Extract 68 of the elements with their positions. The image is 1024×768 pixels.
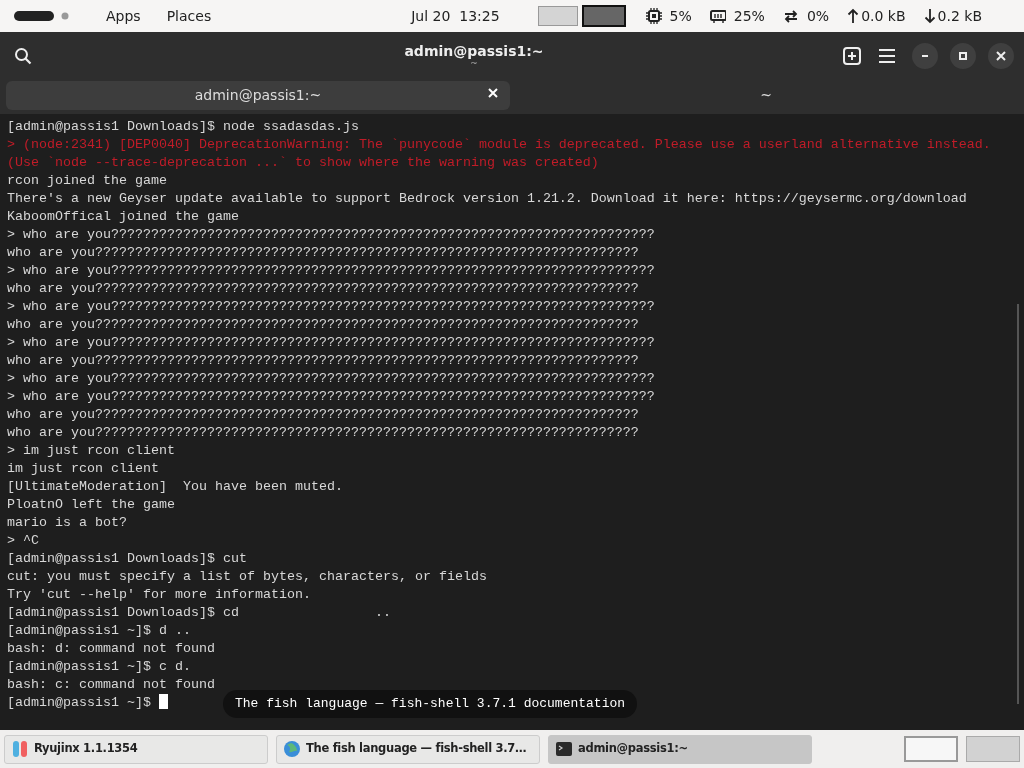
text-cursor [158,694,168,709]
terminal-line: [admin@passis1 Downloads]$ cd .. [7,605,391,620]
window-title: admin@passis1:~ [403,43,545,60]
terminal-line: Try 'cut --help' for more information. [7,587,311,602]
search-icon[interactable] [14,47,32,65]
terminal-line: PloatnO left the game [7,497,175,512]
indicator-value[interactable]: 0.0 kB [861,5,906,27]
terminal-line: im just rcon client [7,461,159,476]
clock[interactable]: Jul 20 13:25 [411,5,500,27]
indicator-value[interactable]: 25% [733,5,765,27]
terminal-line: > who are you???????????????????????????????????????????????????????????????????? [7,227,655,242]
terminal-line: > who are you???????????????????????????????????????????????????????????????????? [7,335,655,350]
terminal-icon [555,740,573,758]
memory-icon[interactable] [709,8,726,24]
taskbar-window-button[interactable]: admin@passis1:~ [548,734,812,764]
workspace-thumbnail[interactable] [537,6,578,26]
terminal-tab[interactable]: admin@passis1:~ [6,81,510,110]
terminal-line: There's a new Geyser update available to support Bedrock version 1.21.2. Download it here: https://geysermc.org/download [7,191,967,206]
terminal-tab[interactable]: ~ [514,81,1018,110]
menu-item[interactable]: Apps [106,5,141,27]
terminal-line: cut: you must specify a list of bytes, characters, or fields [7,569,487,584]
terminal-line: who are you???????????????????????????????????????????????????????????????????? [7,353,639,368]
terminal-line: rcon joined the game [7,173,167,188]
new-tab-icon[interactable] [842,46,862,66]
terminal-line: who are you???????????????????????????????????????????????????????????????????? [7,425,639,440]
activities-icon[interactable] [14,11,70,21]
terminal-line: > who are you???????????????????????????????????????????????????????????????????? [7,263,655,278]
terminal-line: KaboomOffical joined the game [7,209,239,224]
down-arrow-icon[interactable] [923,8,936,24]
window-subtitle: ~ [470,59,478,69]
tooltip: The fish language — fish-shell 3.7.1 documentation [223,690,638,718]
terminal-line: bash: d: command not found [7,641,215,656]
terminal-line: > who are you???????????????????????????????????????????????????????????????????? [7,389,655,404]
terminal-line: mario is a bot? [7,515,127,530]
terminal-line: [admin@passis1 Downloads]$ node ssadasdas.js [7,119,359,134]
indicator-value[interactable]: 0.2 kB [937,5,982,27]
scrollbar[interactable] [1017,304,1019,704]
terminal-line: > im just rcon client [7,443,175,458]
terminal-line: [admin@passis1 Downloads]$ cut [7,551,247,566]
terminal-line: [admin@passis1 ~]$ [7,695,152,710]
terminal-line: [UltimateModeration] You have been muted. [7,479,343,494]
terminal-line: who are you???????????????????????????????????????????????????????????????????? [7,317,639,332]
workspace-thumbnail[interactable] [581,5,626,27]
workspace-button[interactable] [904,736,958,762]
terminal-line: who are you???????????????????????????????????????????????????????????????????? [7,245,639,260]
close-button[interactable] [988,43,1014,69]
terminal-line: [admin@passis1 ~]$ d .. [7,623,191,638]
terminal-line: > who are you???????????????????????????????????????????????????????????????????? [7,299,655,314]
terminal-line: > (node:2341) [DEP0040] DeprecationWarning: The `punycode` module is deprecated. Please use a userland alternative instead. [7,137,991,152]
terminal-line: who are you???????????????????????????????????????????????????????????????????? [7,407,639,422]
up-arrow-icon[interactable] [847,8,860,24]
indicator-value[interactable]: 5% [669,5,692,27]
terminal-line: (Use `node --trace-deprecation ...` to show where the warning was created) [7,155,599,170]
terminal-line: who are you???????????????????????????????????????????????????????????????????? [7,281,639,296]
swap-arrows-icon[interactable] [782,8,799,24]
menu-item[interactable]: Places [166,5,212,27]
indicator-value[interactable]: 0% [806,5,830,27]
terminal-line: > who are you???????????????????????????????????????????????????????????????????? [7,371,655,386]
globe-icon [283,740,301,758]
taskbar-window-button[interactable]: Ryujinx 1.1.1354 [4,734,268,764]
close-icon[interactable] [486,86,500,100]
taskbar-window-button[interactable]: The fish language — fish-shell 3.7… [276,734,540,764]
terminal-line: [admin@passis1 ~]$ c d. [7,659,191,674]
maximize-button[interactable] [950,43,976,69]
chip-icon[interactable] [645,8,662,24]
terminal-line: bash: c: command not found [7,677,215,692]
terminal-line: > ^C [7,533,39,548]
app-logo-icon [11,740,29,758]
